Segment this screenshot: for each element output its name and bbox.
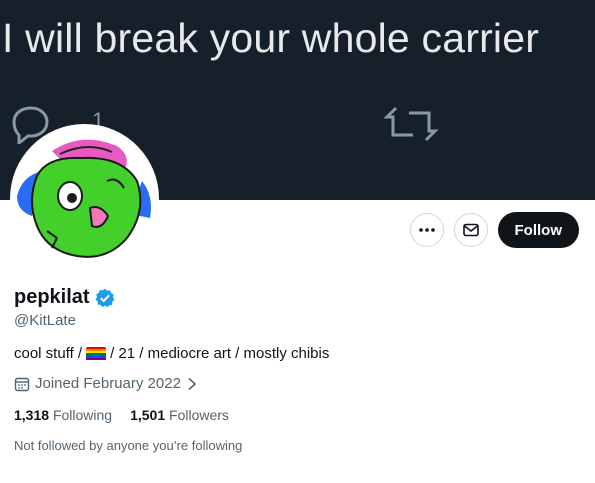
calendar-icon	[14, 377, 30, 391]
name-row: pepkilat	[14, 286, 115, 309]
joined-date[interactable]: Joined February 2022	[14, 375, 198, 392]
following-count: 1,318	[14, 407, 50, 423]
banner-text: I will break your whole carrier	[2, 15, 540, 61]
avatar[interactable]	[12, 126, 157, 271]
chevron-right-icon	[188, 377, 197, 390]
handle: @KitLate	[14, 312, 76, 329]
more-button[interactable]	[409, 213, 444, 247]
mail-icon	[462, 223, 479, 237]
profile-actions: Follow	[409, 212, 579, 248]
display-name: pepkilat	[14, 286, 90, 308]
followers-count: 1,501	[130, 407, 166, 423]
bio-text-start: cool stuff /	[14, 345, 83, 362]
followers-label: Followers	[169, 407, 229, 423]
following-label: Following	[52, 407, 113, 423]
following-link[interactable]: 1,318 Following	[14, 407, 112, 423]
bio: cool stuff / / 21 / mediocre art / mostl…	[14, 345, 329, 362]
verified-badge-icon[interactable]	[95, 288, 115, 308]
followers-link[interactable]: 1,501 Followers	[130, 407, 229, 423]
message-button[interactable]	[453, 213, 488, 247]
more-icon	[418, 228, 435, 232]
rainbow-flag-icon	[86, 346, 107, 361]
mutual-followers-note: Not followed by anyone you’re following	[14, 438, 243, 453]
bio-text-end: / 21 / mediocre art / mostly chibis	[110, 345, 330, 362]
follow-stats: 1,318 Following 1,501 Followers	[14, 407, 229, 423]
joined-text: Joined February 2022	[35, 375, 181, 392]
avatar-artwork	[12, 126, 156, 270]
retweet-icon	[383, 106, 439, 142]
follow-button[interactable]: Follow	[497, 212, 579, 248]
